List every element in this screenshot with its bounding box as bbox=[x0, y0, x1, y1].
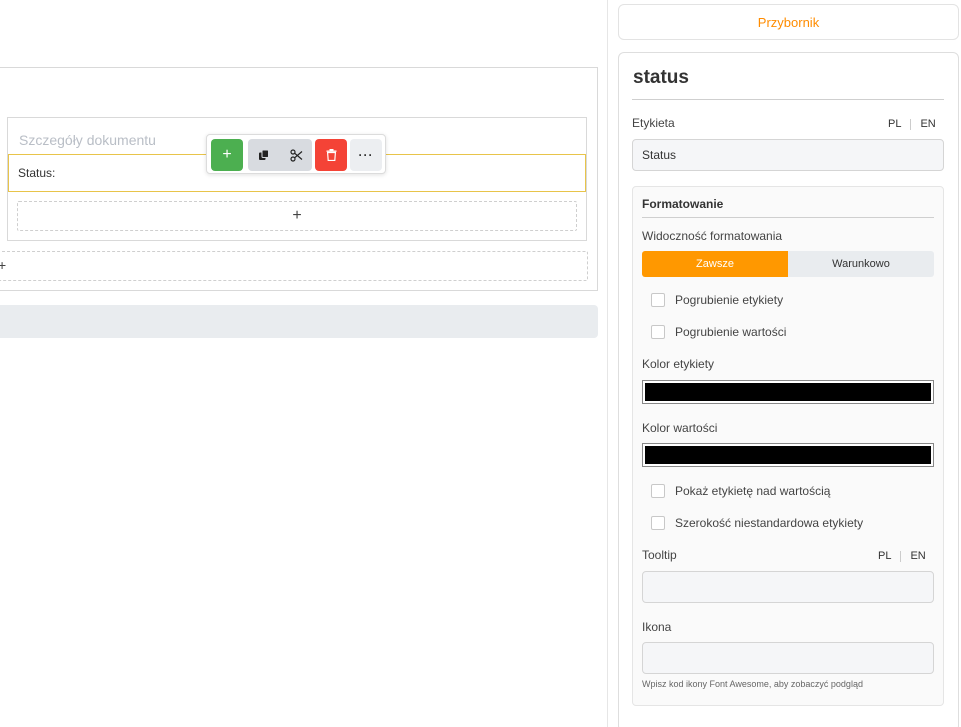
bold-label-checkbox[interactable] bbox=[651, 293, 665, 307]
tooltip-input[interactable] bbox=[642, 571, 934, 603]
label-color-label: Kolor etykiety bbox=[642, 357, 715, 371]
plus-icon: + bbox=[0, 257, 7, 273]
bold-value-checkbox[interactable] bbox=[651, 325, 665, 339]
panel-divider bbox=[607, 0, 608, 727]
field-toolbar: + ··· bbox=[206, 134, 386, 174]
plus-icon: + bbox=[292, 207, 302, 224]
tab-toolbox-label: Przybornik bbox=[757, 14, 820, 30]
panel-title: status bbox=[633, 67, 689, 88]
copy-icon bbox=[259, 149, 269, 160]
label-color-fill bbox=[645, 383, 931, 401]
show-label-above-row[interactable]: Pokaż etykietę nad wartością bbox=[651, 484, 830, 498]
delete-button[interactable] bbox=[315, 139, 347, 171]
custom-width-row[interactable]: Szerokość niestandardowa etykiety bbox=[651, 516, 863, 530]
scissors-icon bbox=[289, 148, 302, 162]
custom-width-checkbox[interactable] bbox=[651, 516, 665, 530]
field-label: Status: bbox=[18, 166, 56, 180]
footer-bar bbox=[0, 305, 598, 338]
visibility-toggle: Zawsze Warunkowo bbox=[642, 251, 934, 277]
more-options-button[interactable]: ··· bbox=[350, 139, 382, 171]
icon-input[interactable] bbox=[642, 642, 934, 674]
formatting-title: Formatowanie bbox=[642, 197, 724, 211]
tooltip-lang-switch: PL EN bbox=[878, 550, 926, 562]
bold-label-row[interactable]: Pogrubienie etykiety bbox=[651, 293, 783, 307]
add-field-zone[interactable]: + bbox=[17, 201, 577, 231]
value-color-fill bbox=[645, 446, 931, 464]
plus-icon: + bbox=[222, 146, 232, 163]
lang-separator bbox=[910, 118, 912, 130]
clipboard-group bbox=[248, 139, 312, 171]
ellipsis-icon: ··· bbox=[358, 148, 374, 162]
section-title: Szczegóły dokumentu bbox=[19, 132, 156, 148]
cut-button[interactable] bbox=[280, 139, 312, 171]
tooltip-lang-en-button[interactable]: EN bbox=[910, 550, 925, 562]
show-label-above-text: Pokaż etykietę nad wartością bbox=[675, 484, 831, 498]
lang-separator bbox=[900, 550, 902, 562]
label-input[interactable] bbox=[632, 139, 944, 171]
label-color-picker[interactable] bbox=[642, 380, 934, 404]
add-button[interactable]: + bbox=[211, 139, 243, 171]
formatting-divider bbox=[642, 217, 934, 218]
add-section-zone[interactable]: + bbox=[0, 251, 588, 281]
tooltip-lang-pl-button[interactable]: PL bbox=[878, 550, 891, 562]
value-color-label: Kolor wartości bbox=[642, 421, 718, 435]
lang-pl-button[interactable]: PL bbox=[888, 118, 901, 130]
custom-width-text: Szerokość niestandardowa etykiety bbox=[675, 516, 864, 530]
label-lang-switch: PL EN bbox=[888, 118, 936, 130]
tooltip-label: Tooltip bbox=[642, 548, 677, 562]
title-divider bbox=[632, 99, 944, 100]
trash-icon bbox=[326, 149, 336, 161]
option-conditional-button[interactable]: Warunkowo bbox=[788, 251, 934, 277]
show-label-above-checkbox[interactable] bbox=[651, 484, 665, 498]
icon-hint: Wpisz kod ikony Font Awesome, aby zobacz… bbox=[642, 679, 863, 689]
label-field-label: Etykieta bbox=[632, 116, 675, 130]
icon-label: Ikona bbox=[642, 620, 672, 634]
tab-toolbox[interactable]: Przybornik bbox=[618, 4, 959, 40]
lang-en-button[interactable]: EN bbox=[920, 118, 935, 130]
visibility-label: Widoczność formatowania bbox=[642, 229, 783, 243]
value-color-picker[interactable] bbox=[642, 443, 934, 467]
option-always-button[interactable]: Zawsze bbox=[642, 251, 788, 277]
bold-value-text: Pogrubienie wartości bbox=[675, 325, 787, 339]
copy-button[interactable] bbox=[248, 139, 280, 171]
bold-value-row[interactable]: Pogrubienie wartości bbox=[651, 325, 786, 339]
bold-label-text: Pogrubienie etykiety bbox=[675, 293, 784, 307]
